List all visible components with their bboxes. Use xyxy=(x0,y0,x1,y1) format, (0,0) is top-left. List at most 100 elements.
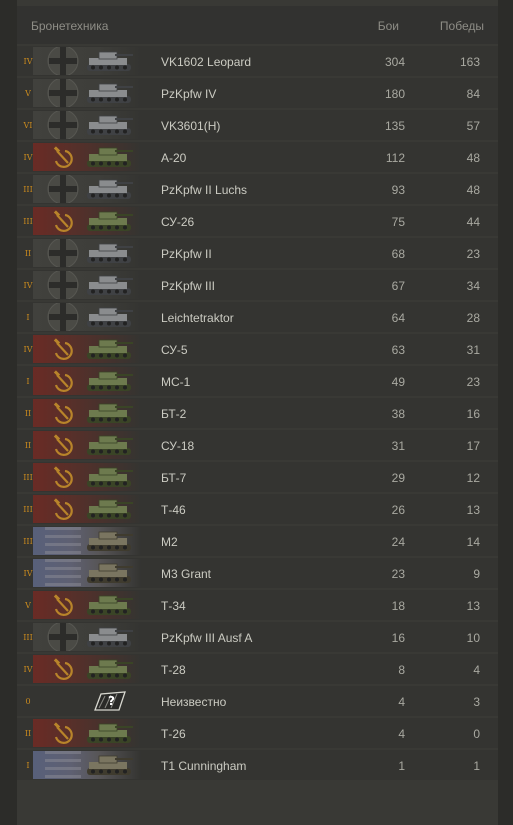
vehicle-name: БТ-7 xyxy=(161,471,187,485)
nation-flag xyxy=(33,623,141,651)
vehicle-row[interactable]: IV A-20 112 48 xyxy=(17,142,498,172)
tank-icon xyxy=(87,595,133,615)
battles-count: 38 xyxy=(391,407,405,421)
nation-flag xyxy=(33,559,141,587)
column-header-battles[interactable]: Бои xyxy=(378,19,399,33)
tank-icon xyxy=(87,83,133,103)
tank-icon xyxy=(87,659,133,679)
vehicle-row[interactable]: III Т-46 26 13 xyxy=(17,494,498,524)
battles-count: 67 xyxy=(391,279,405,293)
vehicle-row[interactable]: III PzKpfw II Luchs 93 48 xyxy=(17,174,498,204)
wins-count: 48 xyxy=(466,151,480,165)
hammer-sickle-icon xyxy=(53,722,73,744)
nation-flag xyxy=(33,399,141,427)
wins-count: 28 xyxy=(466,311,480,325)
us-flag-icon xyxy=(45,751,81,778)
nation-flag xyxy=(33,47,141,75)
tank-icon xyxy=(87,115,133,135)
vehicle-row[interactable]: II БТ-2 38 16 xyxy=(17,398,498,428)
vehicle-name: PzKpfw IV xyxy=(161,87,217,101)
iron-cross-icon xyxy=(47,623,79,651)
wins-count: 10 xyxy=(466,631,480,645)
battles-count: 49 xyxy=(391,375,405,389)
battles-count: 180 xyxy=(384,87,405,101)
battles-count: 4 xyxy=(398,727,405,741)
vehicle-row[interactable]: III PzKpfw III Ausf A 16 10 xyxy=(17,622,498,652)
unknown-vehicle-icon: ? xyxy=(94,691,126,711)
tank-icon xyxy=(87,339,133,359)
vehicle-name: Leichtetraktor xyxy=(161,311,234,325)
battles-count: 29 xyxy=(391,471,405,485)
nation-flag xyxy=(33,367,141,395)
vehicle-row[interactable]: 0? Неизвестно 4 3 xyxy=(17,686,498,716)
vehicle-name: PzKpfw II Luchs xyxy=(161,183,248,197)
vehicle-row[interactable]: II СУ-18 31 17 xyxy=(17,430,498,460)
hammer-sickle-icon xyxy=(53,466,73,488)
vehicle-row[interactable]: I T1 Cunningham 1 1 xyxy=(17,750,498,780)
vehicle-row[interactable]: IV Т-28 8 4 xyxy=(17,654,498,684)
battles-count: 64 xyxy=(391,311,405,325)
nation-flag xyxy=(33,463,141,491)
wins-count: 163 xyxy=(459,55,480,69)
vehicle-row[interactable]: IV M3 Grant 23 9 xyxy=(17,558,498,588)
tank-icon xyxy=(87,211,133,231)
nation-flag xyxy=(33,335,141,363)
vehicle-name: PzKpfw II xyxy=(161,247,212,261)
wins-count: 16 xyxy=(466,407,480,421)
nation-flag xyxy=(33,719,141,747)
vehicle-name: Т-26 xyxy=(161,727,186,741)
column-header-wins[interactable]: Победы xyxy=(440,19,484,33)
vehicle-name: M2 xyxy=(161,535,178,549)
battles-count: 93 xyxy=(391,183,405,197)
vehicle-row[interactable]: II PzKpfw II 68 23 xyxy=(17,238,498,268)
vehicle-name: T1 Cunningham xyxy=(161,759,247,773)
wins-count: 44 xyxy=(466,215,480,229)
wins-count: 23 xyxy=(466,375,480,389)
nation-flag xyxy=(33,271,141,299)
vehicle-row[interactable]: IV PzKpfw III 67 34 xyxy=(17,270,498,300)
tank-icon xyxy=(87,531,133,551)
vehicle-row[interactable]: III БТ-7 29 12 xyxy=(17,462,498,492)
iron-cross-icon xyxy=(47,303,79,331)
nation-flag xyxy=(33,431,141,459)
vehicle-name: Неизвестно xyxy=(161,695,227,709)
vehicle-row[interactable]: IV СУ-5 63 31 xyxy=(17,334,498,364)
vehicle-row[interactable]: I МС-1 49 23 xyxy=(17,366,498,396)
wins-count: 84 xyxy=(466,87,480,101)
battles-count: 63 xyxy=(391,343,405,357)
vehicle-row[interactable]: III СУ-26 75 44 xyxy=(17,206,498,236)
tank-icon xyxy=(87,755,133,775)
battles-count: 8 xyxy=(398,663,405,677)
wins-count: 48 xyxy=(466,183,480,197)
battles-count: 16 xyxy=(391,631,405,645)
vehicle-row[interactable]: V Т-34 18 13 xyxy=(17,590,498,620)
wins-count: 57 xyxy=(466,119,480,133)
vehicle-row[interactable]: I Leichtetraktor 64 28 xyxy=(17,302,498,332)
nation-flag xyxy=(33,495,141,523)
vehicle-row[interactable]: VI VK3601(H) 135 57 xyxy=(17,110,498,140)
vehicle-name: СУ-26 xyxy=(161,215,195,229)
vehicle-row[interactable]: II Т-26 4 0 xyxy=(17,718,498,748)
tank-icon xyxy=(87,371,133,391)
nation-flag xyxy=(33,751,141,779)
tank-icon xyxy=(87,723,133,743)
vehicle-row[interactable]: III M2 24 14 xyxy=(17,526,498,556)
hammer-sickle-icon xyxy=(53,434,73,456)
vehicle-row[interactable]: V PzKpfw IV 180 84 xyxy=(17,78,498,108)
wins-count: 13 xyxy=(466,599,480,613)
vehicle-name: СУ-5 xyxy=(161,343,188,357)
column-header-vehicles[interactable]: Бронетехника xyxy=(31,19,108,33)
battles-count: 31 xyxy=(391,439,405,453)
iron-cross-icon xyxy=(47,111,79,139)
battles-count: 75 xyxy=(391,215,405,229)
table-header: Бронетехника Бои Победы xyxy=(17,6,498,44)
wins-count: 34 xyxy=(466,279,480,293)
tank-icon xyxy=(87,243,133,263)
wins-count: 14 xyxy=(466,535,480,549)
tank-icon xyxy=(87,435,133,455)
wins-count: 23 xyxy=(466,247,480,261)
hammer-sickle-icon xyxy=(53,370,73,392)
iron-cross-icon xyxy=(47,239,79,267)
tank-icon xyxy=(87,563,133,583)
vehicle-row[interactable]: IV VK1602 Leopard 304 163 xyxy=(17,46,498,76)
